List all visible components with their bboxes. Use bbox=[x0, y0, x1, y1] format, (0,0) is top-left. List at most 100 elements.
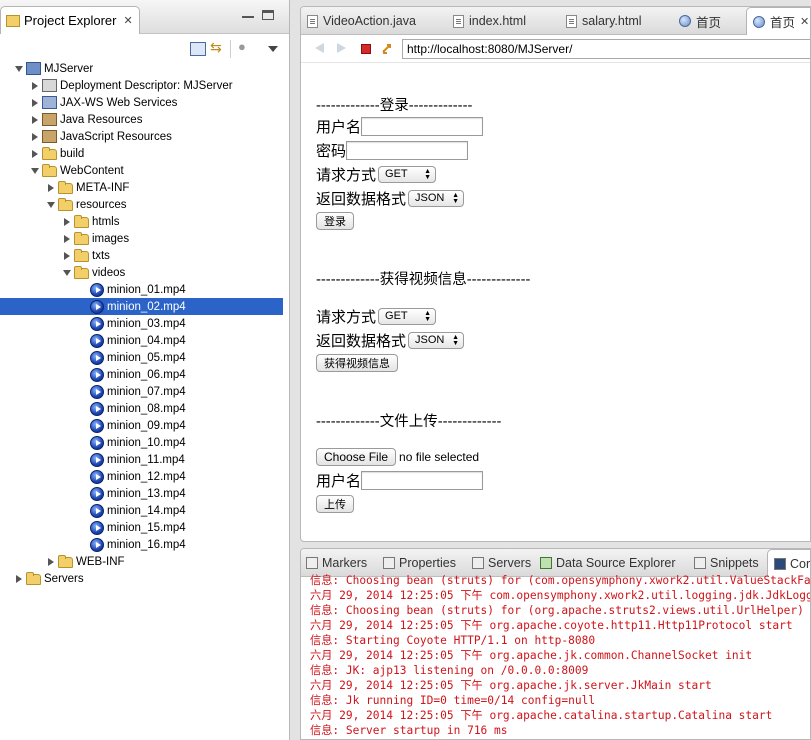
maximize-icon[interactable] bbox=[262, 10, 274, 20]
tree-item[interactable]: WEB-INF bbox=[0, 553, 290, 570]
video-format-select[interactable]: JSON ▲ ▼ bbox=[408, 332, 465, 349]
tree-item[interactable]: resources bbox=[0, 196, 290, 213]
collapse-all-icon[interactable] bbox=[190, 42, 206, 56]
no-toggle bbox=[78, 285, 88, 295]
expanded-arrow-icon[interactable] bbox=[62, 268, 72, 278]
tree-item[interactable]: build bbox=[0, 145, 290, 162]
upload-username-input[interactable] bbox=[361, 471, 484, 490]
url-input[interactable] bbox=[402, 39, 810, 59]
collapsed-arrow-icon[interactable] bbox=[30, 81, 40, 91]
tree-item-label: minion_16.mp4 bbox=[107, 538, 186, 551]
link-with-editor-icon[interactable]: ⇆ bbox=[210, 39, 226, 55]
expanded-arrow-icon[interactable] bbox=[46, 200, 56, 210]
tree-item[interactable]: minion_01.mp4 bbox=[0, 281, 290, 298]
upload-button-row: 上传 bbox=[316, 494, 354, 513]
tree-item[interactable]: JavaScript Resources bbox=[0, 128, 290, 145]
upload-heading: -------------文件上传------------- bbox=[316, 414, 502, 430]
login-method-row: 请求方式 GET ▲ ▼ bbox=[316, 164, 437, 185]
tree-item[interactable]: minion_02.mp4 bbox=[0, 298, 283, 315]
collapsed-arrow-icon[interactable] bbox=[30, 98, 40, 108]
media-file-icon bbox=[90, 333, 104, 348]
tree-item[interactable]: videos bbox=[0, 264, 290, 281]
close-icon[interactable]: ✕ bbox=[123, 14, 132, 27]
tree-item[interactable]: minion_07.mp4 bbox=[0, 383, 290, 400]
console-line: 六月 29, 2014 12:25:05 下午 com.opensymphony… bbox=[310, 589, 811, 602]
collapsed-arrow-icon[interactable] bbox=[30, 132, 40, 142]
no-toggle bbox=[78, 540, 88, 550]
tab-index-html[interactable]: index.html bbox=[453, 7, 526, 35]
tree-item[interactable]: MJServer bbox=[0, 60, 290, 77]
tree-item[interactable]: minion_08.mp4 bbox=[0, 400, 290, 417]
get-video-info-button[interactable]: 获得视频信息 bbox=[316, 354, 398, 372]
video-button-row: 获得视频信息 bbox=[316, 353, 398, 372]
tab-label: Data Source Explorer bbox=[556, 556, 676, 570]
tree-item[interactable]: Deployment Descriptor: MJServer bbox=[0, 77, 290, 94]
tree-item[interactable]: images bbox=[0, 230, 290, 247]
video-method-select-value: GET bbox=[385, 310, 408, 322]
method-select[interactable]: GET ▲ ▼ bbox=[378, 166, 437, 183]
folder-icon bbox=[42, 163, 57, 177]
project-icon bbox=[26, 62, 41, 75]
close-icon[interactable]: ✕ bbox=[800, 15, 809, 28]
select-arrows-icon: ▲ ▼ bbox=[424, 168, 432, 181]
folder-icon bbox=[42, 146, 57, 160]
back-arrow-icon[interactable] bbox=[315, 43, 324, 53]
collapsed-arrow-icon[interactable] bbox=[14, 574, 24, 584]
collapsed-arrow-icon[interactable] bbox=[46, 557, 56, 567]
project-explorer-panel: Project Explorer ✕ ⇆ ● MJServer Deploymen… bbox=[0, 0, 290, 740]
tree-item[interactable]: META-INF bbox=[0, 179, 290, 196]
tab-home-1[interactable]: 首页 bbox=[679, 7, 721, 35]
expanded-arrow-icon[interactable] bbox=[14, 64, 24, 74]
tree-item[interactable]: htmls bbox=[0, 213, 290, 230]
tree-item[interactable]: minion_05.mp4 bbox=[0, 349, 290, 366]
collapsed-arrow-icon[interactable] bbox=[62, 217, 72, 227]
tree-item[interactable]: minion_10.mp4 bbox=[0, 434, 290, 451]
tree-item[interactable]: JAX-WS Web Services bbox=[0, 94, 290, 111]
collapsed-arrow-icon[interactable] bbox=[62, 251, 72, 261]
stop-icon[interactable] bbox=[361, 44, 371, 54]
tree-item[interactable]: Servers bbox=[0, 570, 290, 587]
project-explorer-tab[interactable]: Project Explorer ✕ bbox=[0, 6, 140, 34]
tree-item[interactable]: minion_03.mp4 bbox=[0, 315, 290, 332]
console-output[interactable]: 信息: Choosing bean (struts) for (com.open… bbox=[301, 574, 811, 739]
view-menu-icon[interactable] bbox=[268, 46, 278, 52]
upload-button[interactable]: 上传 bbox=[316, 495, 354, 513]
collapsed-arrow-icon[interactable] bbox=[46, 183, 56, 193]
tree-item-label: resources bbox=[76, 198, 127, 211]
tree-item[interactable]: minion_16.mp4 bbox=[0, 536, 290, 553]
login-button[interactable]: 登录 bbox=[316, 212, 354, 230]
console-line: 六月 29, 2014 12:25:05 下午 org.apache.catal… bbox=[310, 709, 773, 722]
collapsed-arrow-icon[interactable] bbox=[30, 115, 40, 125]
login-button-row: 登录 bbox=[316, 211, 354, 230]
video-method-select[interactable]: GET ▲ ▼ bbox=[378, 308, 437, 325]
tree-item[interactable]: minion_12.mp4 bbox=[0, 468, 290, 485]
filters-icon[interactable]: ● bbox=[238, 39, 254, 54]
tab-home-2[interactable]: 首页 ✕ bbox=[746, 7, 810, 35]
tree-item[interactable]: minion_04.mp4 bbox=[0, 332, 290, 349]
password-input[interactable] bbox=[346, 141, 469, 160]
collapsed-arrow-icon[interactable] bbox=[62, 234, 72, 244]
minimize-icon[interactable] bbox=[242, 10, 254, 18]
tree-item[interactable]: minion_11.mp4 bbox=[0, 451, 290, 468]
tree-item[interactable]: minion_13.mp4 bbox=[0, 485, 290, 502]
tree-item-label: minion_02.mp4 bbox=[107, 300, 186, 313]
collapsed-arrow-icon[interactable] bbox=[30, 149, 40, 159]
tree-item-label: JAX-WS Web Services bbox=[60, 96, 178, 109]
java-resources-icon bbox=[42, 113, 57, 126]
expanded-arrow-icon[interactable] bbox=[30, 166, 40, 176]
no-toggle bbox=[78, 421, 88, 431]
tree-item[interactable]: minion_06.mp4 bbox=[0, 366, 290, 383]
tree-item[interactable]: WebContent bbox=[0, 162, 290, 179]
tab-salary-html[interactable]: salary.html bbox=[566, 7, 642, 35]
tree-item[interactable]: minion_15.mp4 bbox=[0, 519, 290, 536]
choose-file-button[interactable]: Choose File bbox=[316, 448, 397, 466]
tree-item[interactable]: Java Resources bbox=[0, 111, 290, 128]
format-select[interactable]: JSON ▲ ▼ bbox=[408, 190, 465, 207]
tree-item[interactable]: txts bbox=[0, 247, 290, 264]
tree-item[interactable]: minion_14.mp4 bbox=[0, 502, 290, 519]
tree-item[interactable]: minion_09.mp4 bbox=[0, 417, 290, 434]
forward-arrow-icon[interactable] bbox=[337, 43, 346, 53]
username-input[interactable] bbox=[361, 117, 484, 136]
refresh-icon[interactable] bbox=[380, 42, 394, 56]
tab-video-action-java[interactable]: VideoAction.java bbox=[307, 7, 416, 35]
